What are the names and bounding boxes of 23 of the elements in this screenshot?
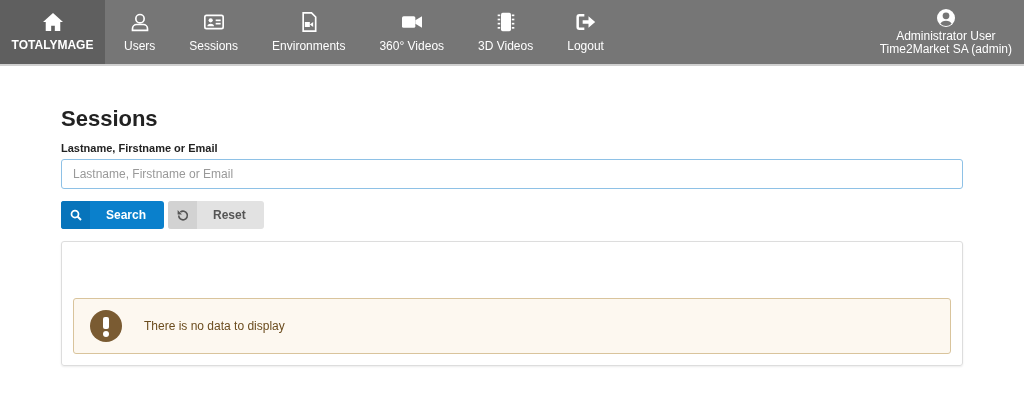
page-title: Sessions: [61, 106, 159, 132]
brand-link[interactable]: TOTALYMAGE: [0, 0, 105, 64]
user-avatar-icon[interactable]: [936, 8, 955, 27]
exclamation-icon: [90, 310, 122, 342]
user-icon: [129, 11, 150, 32]
logout-icon: [575, 11, 596, 32]
reset-icon: [176, 208, 190, 222]
nav-link[interactable]: Logout: [550, 0, 621, 64]
reset-button[interactable]: Reset: [168, 201, 264, 229]
search-icon: [69, 209, 82, 221]
field-label: Lastname, Firstname or Email: [61, 142, 219, 154]
home-icon: [41, 12, 64, 32]
nav-link[interactable]: Users: [107, 0, 173, 64]
user-organization: Time2Market SA (admin): [879, 42, 1012, 56]
nav-link[interactable]: 360° Videos: [362, 0, 462, 64]
alert-text: There is no data to display: [144, 319, 285, 333]
nav-link[interactable]: Sessions: [172, 0, 256, 64]
search-button[interactable]: Search: [61, 201, 165, 229]
user-name: Administrator User: [896, 29, 996, 43]
search-field[interactable]: Lastname, Firstname or Email: [61, 159, 963, 189]
nav-link[interactable]: 3D Videos: [461, 0, 551, 64]
nav-link[interactable]: Environments: [255, 0, 363, 64]
film-strip-icon: [495, 11, 516, 32]
